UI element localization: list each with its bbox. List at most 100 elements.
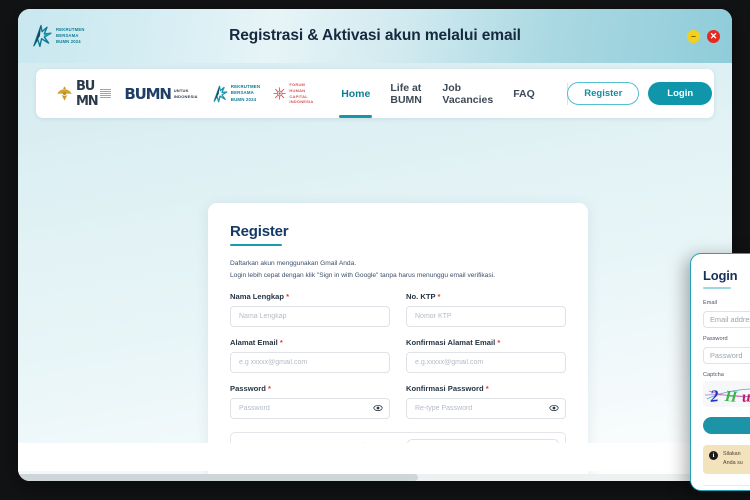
label-password: Password * <box>230 384 390 393</box>
nav-link-job-vacancies[interactable]: Job Vacancies <box>440 69 495 118</box>
main-application-window: REKRUTMEN BERSAMA BUMN 2024 Registrasi &… <box>18 9 732 481</box>
heading-underline <box>230 244 282 247</box>
close-button[interactable]: ✕ <box>707 29 720 43</box>
login-captcha-image: 2 H u b <box>703 381 750 407</box>
input-alamat-email[interactable] <box>230 352 390 374</box>
horizontal-scrollbar[interactable] <box>18 474 732 481</box>
minimize-icon: – <box>690 30 696 41</box>
toggle-password-visibility-icon[interactable] <box>373 403 383 413</box>
brand-kementerian-bumn: BU MN <box>56 78 112 109</box>
bumn-tagline: UNTUK INDONESIA <box>173 88 198 99</box>
label-no-ktp: No. KTP * <box>406 292 566 301</box>
label-alamat-email: Alamat Email * <box>230 338 390 347</box>
brand-fhci: FORUM HUMAN CAPITAL INDONESIA <box>273 82 317 104</box>
label-text: Konfirmasi Alamat Email <box>406 338 496 348</box>
input-konfirmasi-password[interactable] <box>406 398 566 420</box>
login-password-label: Password <box>703 336 728 342</box>
required-asterisk: * <box>268 384 271 394</box>
window-title: Registrasi & Aktivasi akun melalui email <box>229 27 521 44</box>
nav-link-home[interactable]: Home <box>339 69 373 118</box>
garuda-pancasila-icon <box>57 86 72 101</box>
register-description-line-1: Daftarkan akun menggunakan Gmail Anda. <box>230 260 357 268</box>
login-field-email: Email <box>703 300 750 328</box>
login-divider <box>703 484 750 486</box>
login-field-captcha: Captcha 2 H u b <box>703 372 750 407</box>
field-no-ktp: No. KTP * <box>406 292 566 328</box>
scrollbar-thumb[interactable] <box>18 474 418 481</box>
field-konfirmasi-password: Konfirmasi Password * <box>406 384 566 420</box>
input-password[interactable] <box>230 398 390 420</box>
toggle-confirm-password-visibility-icon[interactable] <box>549 403 559 413</box>
login-alert-line-2: Anda su <box>723 460 743 467</box>
nav-action-buttons: Register Login <box>567 82 716 105</box>
login-captcha-char-1: 2 <box>708 386 719 406</box>
label-text: No. KTP <box>406 292 436 302</box>
login-button[interactable]: Login <box>648 82 713 105</box>
login-submit-button[interactable] <box>703 417 750 434</box>
kementerian-bumn-subtext <box>100 88 112 99</box>
input-nama-lengkap[interactable] <box>230 306 390 328</box>
site-navigation-bar: BU MN BUMN UNTUK INDONESIA REKRUTMEN BER… <box>36 69 714 118</box>
brand-bumn-untuk-indonesia: BUMN UNTUK INDONESIA <box>124 85 197 103</box>
fhci-line-2: HUMAN CAPITAL <box>289 87 308 99</box>
label-nama-lengkap: Nama Lengkap * <box>230 292 390 301</box>
login-captcha-svg: 2 H u b <box>704 386 750 406</box>
info-icon: i <box>709 451 718 460</box>
titlebar-logo-text: REKRUTMEN BERSAMA BUMN 2024 <box>56 27 85 45</box>
label-text: Password <box>230 384 266 394</box>
page-viewport: BU MN BUMN UNTUK INDONESIA REKRUTMEN BER… <box>18 63 732 481</box>
rb-line-3: BUMN 2024 <box>230 96 257 102</box>
login-password-input[interactable] <box>703 347 750 364</box>
logo-line-3: BUMN 2024 <box>56 39 81 45</box>
label-text: Nama Lengkap <box>230 292 285 302</box>
register-description-line-2: Login lebih cepat dengan klik "Sign in w… <box>230 271 495 279</box>
required-asterisk: * <box>437 292 441 302</box>
login-info-alert: i Silakan Anda su <box>703 445 750 474</box>
window-controls: – ✕ <box>687 29 720 43</box>
minimize-button[interactable]: – <box>687 29 700 43</box>
input-konfirmasi-email[interactable] <box>406 352 566 374</box>
label-text: Alamat Email <box>230 338 278 348</box>
login-alert-text: Silakan Anda su <box>723 450 743 469</box>
required-asterisk: * <box>279 338 283 348</box>
field-konfirmasi-email: Konfirmasi Alamat Email * <box>406 338 566 374</box>
register-button[interactable]: Register <box>567 82 640 105</box>
nav-link-faq[interactable]: FAQ <box>511 69 537 118</box>
login-heading-underline <box>703 287 731 289</box>
rekrutmen-bersama-text: REKRUTMEN BERSAMA BUMN 2024 <box>231 84 260 103</box>
titlebar-logo: REKRUTMEN BERSAMA BUMN 2024 <box>30 24 85 48</box>
close-icon: ✕ <box>709 30 718 41</box>
login-email-input[interactable] <box>703 311 750 328</box>
register-heading: Register <box>230 223 289 240</box>
login-email-label: Email <box>703 300 717 306</box>
login-captcha-label: Captcha <box>703 372 724 378</box>
fhci-line-3: INDONESIA <box>289 99 314 105</box>
rekrutmen-star-icon <box>213 85 228 102</box>
input-no-ktp[interactable] <box>406 306 566 328</box>
label-konfirmasi-password: Konfirmasi Password * <box>406 384 566 393</box>
login-captcha-char-3: u <box>741 388 750 405</box>
login-field-password: Password <box>703 336 750 364</box>
login-heading: Login <box>703 268 738 283</box>
desktop-background: REKRUTMEN BERSAMA BUMN 2024 Registrasi &… <box>0 0 750 500</box>
login-captcha-char-2: H <box>723 388 738 406</box>
required-asterisk: * <box>485 384 489 394</box>
brand-rekrutmen-bersama: REKRUTMEN BERSAMA BUMN 2024 <box>211 84 260 103</box>
nav-link-life-at-bumn[interactable]: Life at BUMN <box>388 69 424 118</box>
field-password: Password * <box>230 384 390 420</box>
window-title-bar: REKRUTMEN BERSAMA BUMN 2024 Registrasi &… <box>18 9 732 63</box>
field-nama-lengkap: Nama Lengkap * <box>230 292 390 328</box>
field-alamat-email: Alamat Email * <box>230 338 390 374</box>
label-konfirmasi-email: Konfirmasi Alamat Email * <box>406 338 566 347</box>
nav-links: Home Life at BUMN Job Vacancies FAQ <box>339 69 568 118</box>
label-text: Konfirmasi Password <box>406 384 484 394</box>
login-alert-line-1: Silakan <box>723 451 741 457</box>
register-fields-grid: Nama Lengkap * No. KTP * <box>230 292 566 430</box>
required-asterisk: * <box>497 338 501 348</box>
rekrutmen-bersama-logo-icon <box>33 24 52 48</box>
kementerian-bumn-wordmark: BU MN <box>76 78 99 109</box>
fhci-ornament-icon <box>273 87 286 100</box>
register-form-card: Register Daftarkan akun menggunakan Gmai… <box>208 203 588 481</box>
brand-logos: BU MN BUMN UNTUK INDONESIA REKRUTMEN BER… <box>50 79 317 109</box>
login-popup-window: Login Email Password Captcha 2 H <box>690 253 750 491</box>
